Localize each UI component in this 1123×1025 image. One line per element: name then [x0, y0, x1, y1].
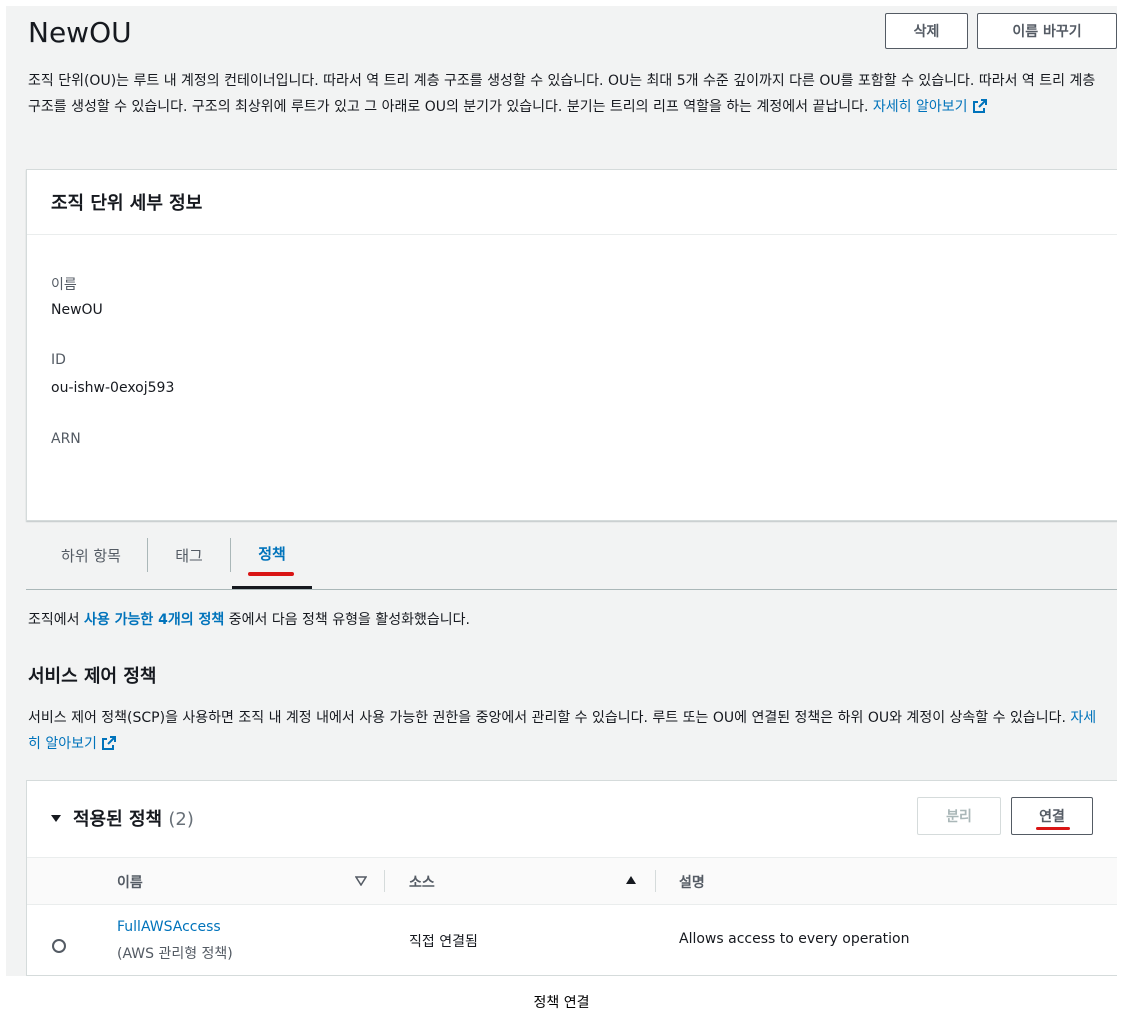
policy-types-info: 조직에서 사용 가능한 4개의 정책 중에서 다음 정책 유형을 활성화했습니다… — [28, 607, 1108, 633]
column-description[interactable]: 설명 — [679, 872, 705, 892]
column-header-row: 이름 소스 설명 — [27, 857, 1117, 905]
details-title: 조직 단위 세부 정보 — [27, 170, 1117, 235]
tab-policies[interactable]: 정책 — [232, 521, 312, 589]
tab-divider — [230, 538, 231, 572]
policy-source: 직접 연결됨 — [409, 934, 478, 950]
row-select-radio[interactable] — [52, 939, 66, 953]
table-header: 적용된 정책 (2) 분리 연결 — [27, 781, 1117, 857]
console-screen: NewOU 삭제 이름 바꾸기 조직 단위(OU)는 루트 내 계정의 컨테이너… — [6, 6, 1117, 976]
sort-ascending-icon[interactable] — [625, 875, 637, 885]
rename-button[interactable]: 이름 바꾸기 — [977, 13, 1117, 49]
id-label: ID — [51, 352, 66, 368]
learn-more-link[interactable]: 자세히 알아보기 — [873, 99, 988, 115]
tab-bar: 하위 항목 태그 정책 — [26, 521, 1117, 590]
arn-label: ARN — [51, 431, 81, 447]
column-source[interactable]: 소스 — [409, 872, 435, 892]
attached-policies-table: 적용된 정책 (2) 분리 연결 이름 소스 설명 FullAWSAccess … — [26, 780, 1117, 976]
name-value: NewOU — [51, 302, 103, 318]
scp-description-text: 서비스 제어 정책(SCP)을 사용하면 조직 내 계정 내에서 사용 가능한 … — [28, 710, 1071, 726]
id-value: ou-ishw-0exoj593 — [51, 380, 175, 396]
annotation-underline — [248, 572, 294, 576]
sort-icon[interactable] — [355, 876, 367, 886]
annotation-underline — [1036, 827, 1070, 830]
caret-down-icon — [51, 815, 61, 822]
policy-description: Allows access to every operation — [679, 931, 910, 947]
figure-caption: 정책 연결 — [533, 995, 590, 1011]
name-label: 이름 — [51, 277, 77, 293]
ou-details-panel: 조직 단위 세부 정보 이름 NewOU ID ou-ishw-0exoj593… — [26, 169, 1117, 521]
available-policies-link[interactable]: 사용 가능한 4개의 정책 — [84, 612, 224, 628]
external-link-icon — [972, 99, 987, 113]
delete-button[interactable]: 삭제 — [885, 13, 968, 49]
policy-count: (2) — [168, 809, 194, 830]
external-link-icon — [101, 736, 116, 750]
attached-policies-label: 적용된 정책 — [73, 809, 163, 830]
detach-button[interactable]: 분리 — [917, 797, 1001, 835]
column-name[interactable]: 이름 — [117, 872, 143, 892]
policy-type: (AWS 관리형 정책) — [117, 946, 233, 962]
scp-description: 서비스 제어 정책(SCP)을 사용하면 조직 내 계정 내에서 사용 가능한 … — [28, 705, 1108, 757]
tab-children[interactable]: 하위 항목 — [34, 521, 148, 589]
column-divider — [384, 870, 385, 892]
policy-info-suffix: 중에서 다음 정책 유형을 활성화했습니다. — [224, 612, 470, 628]
tab-tags[interactable]: 태그 — [148, 521, 230, 589]
ou-description: 조직 단위(OU)는 루트 내 계정의 컨테이너입니다. 따라서 역 트리 계층… — [28, 68, 1108, 120]
policy-name-link[interactable]: FullAWSAccess — [117, 919, 221, 935]
learn-more-label: 자세히 알아보기 — [872, 99, 968, 115]
page-title: NewOU — [28, 16, 132, 49]
scp-section-title: 서비스 제어 정책 — [28, 666, 157, 687]
attached-policies-title[interactable]: 적용된 정책 (2) — [51, 805, 194, 831]
policy-info-prefix: 조직에서 — [28, 612, 84, 628]
column-divider — [655, 870, 656, 892]
